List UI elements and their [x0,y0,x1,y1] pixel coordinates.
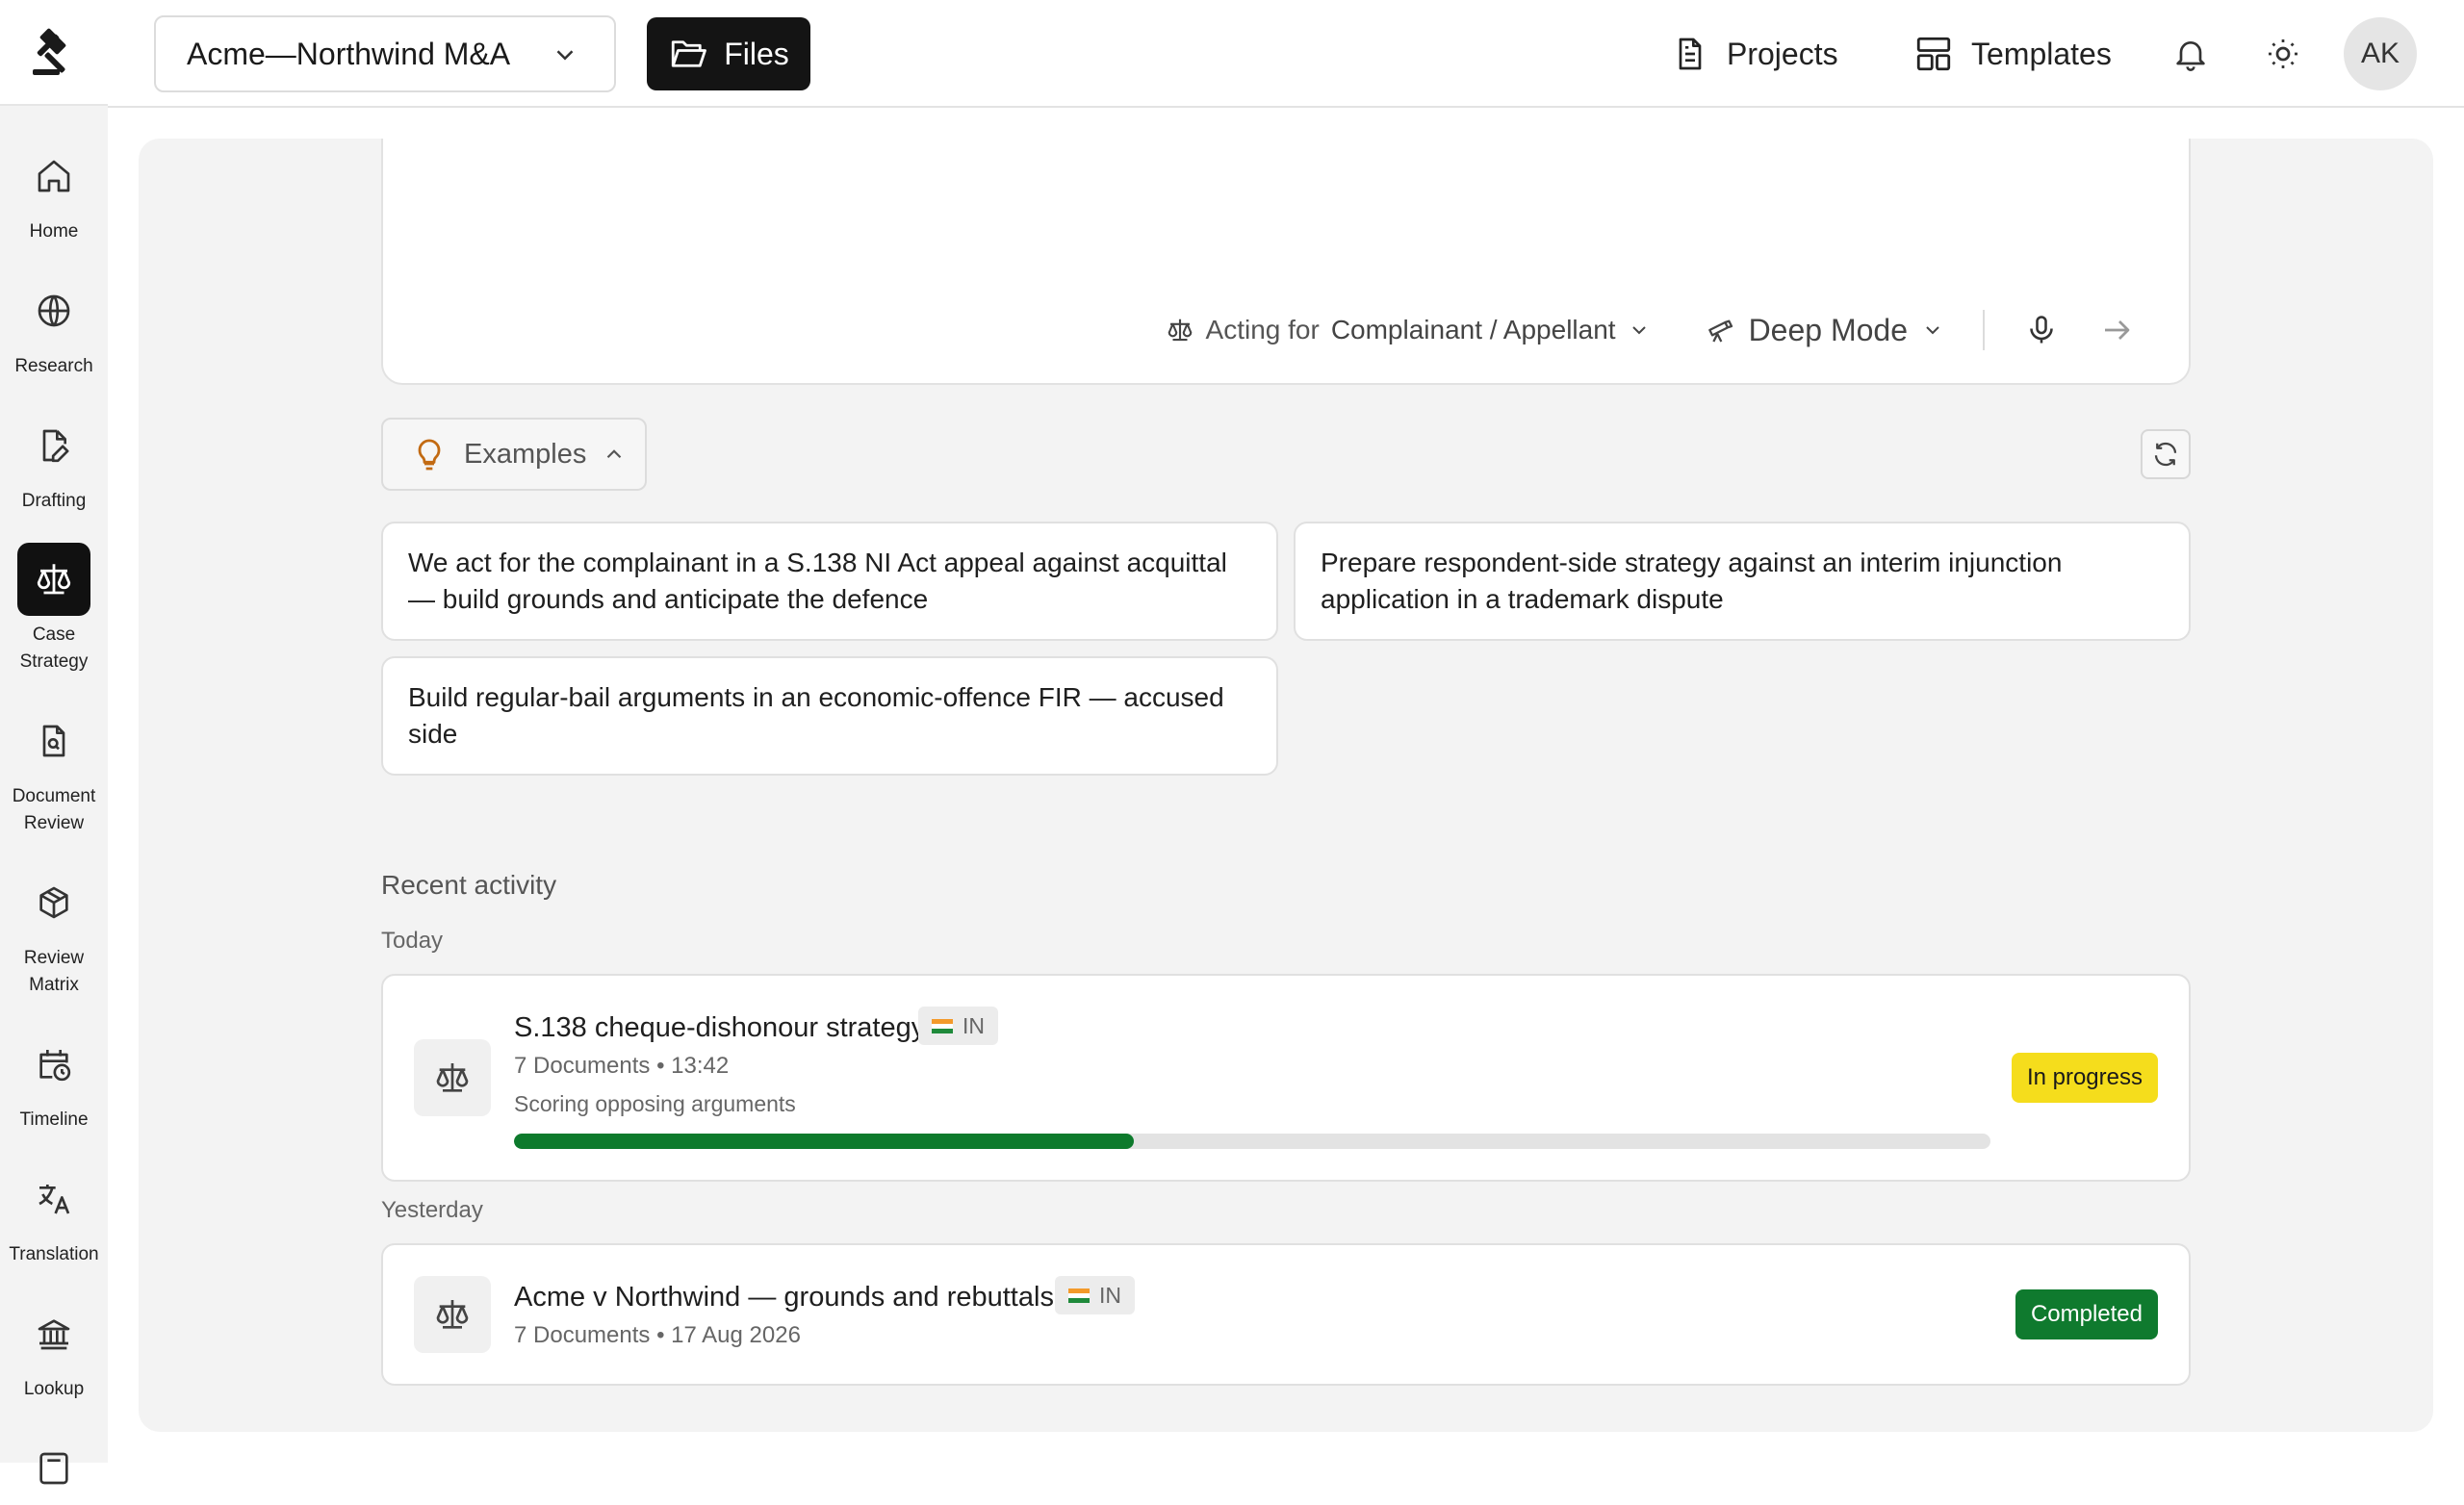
sidebar-item-document-review[interactable]: Document Review [0,704,108,837]
matter-select[interactable]: Acme—Northwind M&A [154,15,616,92]
sidebar-item-case-strategy[interactable]: Case Strategy [0,543,108,676]
acting-for-value: Complainant / Appellant [1330,315,1616,344]
microphone-button[interactable] [2019,308,2064,352]
group-label-yesterday: Yesterday [381,1197,483,1223]
scale-icon [414,1039,491,1116]
example-card[interactable]: We act for the complainant in a S.138 NI… [381,522,1278,641]
projects-link[interactable]: Projects [1671,27,1838,81]
acting-for-label: Acting for [1205,315,1320,344]
india-flag-icon [932,1018,953,1033]
scale-icon [414,1276,491,1353]
file-search-icon [17,704,90,778]
main-panel: Acting for Complainant / Appellant Deep … [139,139,2433,1432]
sidebar-item-translation[interactable]: Translation [0,1162,108,1268]
activity-item[interactable]: Acme v Northwind — grounds and rebuttals… [381,1243,2191,1386]
status-badge: In progress [2011,1053,2158,1103]
mode-select[interactable]: Deep Mode [1705,313,1944,348]
sidebar-item-review-matrix[interactable]: Review Matrix [0,866,108,999]
chevron-down-icon [1631,326,1646,335]
region-badge: IN [918,1007,998,1045]
refresh-examples-button[interactable] [2141,429,2191,479]
sidebar-item-label: Document Review [12,786,96,833]
avatar-initials: AK [2360,38,2400,69]
box-icon [17,866,90,939]
progress-bar [514,1134,1990,1149]
sidebar-item-label: Drafting [21,491,87,511]
chevron-down-icon [556,50,574,61]
example-card[interactable]: Build regular-bail arguments in an econo… [381,656,1278,776]
send-button[interactable] [2094,308,2139,352]
files-button-label: Files [724,36,789,71]
activity-title: S.138 cheque-dishonour strategy [514,1012,926,1043]
status-badge: Completed [2015,1289,2158,1339]
region-code: IN [1099,1282,1121,1308]
sidebar-item-label: Timeline [19,1110,89,1130]
sidebar-item-label: Translation [9,1244,99,1264]
sidebar-item-label: Review Matrix [23,948,85,995]
sidebar-item-timeline[interactable]: Timeline [0,1028,108,1134]
progress-fill [514,1134,1135,1149]
sidebar-item-research[interactable]: Research [0,274,108,380]
sidebar-item-lookup[interactable]: Lookup [0,1297,108,1403]
sidebar-item-label: Lookup [23,1379,85,1399]
home-icon [17,140,90,213]
region-code: IN [962,1012,985,1038]
activity-title: Acme v Northwind — grounds and rebuttals [514,1282,1054,1313]
lightbulb-icon [418,439,441,471]
top-bar: Acme—Northwind M&A Files Projects Templa… [108,0,2464,108]
layout-template-icon [1916,37,1951,71]
scale-icon [1168,319,1192,342]
templates-link[interactable]: Templates [1913,27,2112,81]
mode-select-value: Deep Mode [1748,312,1908,347]
chevron-down-icon [1926,326,1939,335]
folder-open-icon [672,40,707,67]
calendar-clock-icon [17,1028,90,1101]
telescope-icon [1707,319,1732,343]
languages-icon [17,1162,90,1236]
file-text-icon [1679,38,1702,70]
projects-link-label: Projects [1727,36,1838,71]
globe-icon [17,274,90,347]
file-pen-icon [17,409,90,482]
sidebar-item-label: Case Strategy [19,625,89,672]
acting-for-select[interactable]: Acting for Complainant / Appellant [1166,315,1651,345]
refresh-icon [2154,442,2177,467]
theme-toggle-button[interactable] [2258,29,2308,79]
bell-icon [2176,41,2205,71]
files-button[interactable]: Files [647,17,810,90]
recent-activity-heading: Recent activity [381,870,557,900]
app-logo[interactable] [0,0,108,106]
arrow-right-icon [2105,320,2130,340]
composer-toolbar: Acting for Complainant / Appellant Deep … [1166,306,2139,354]
activity-status-text: Scoring opposing arguments [514,1091,796,1116]
templates-link-label: Templates [1971,36,2112,71]
gavel-icon [33,28,66,75]
notifications-button[interactable] [2166,29,2216,79]
sidebar-item-more[interactable] [0,1432,108,1505]
avatar[interactable]: AK [2344,17,2417,90]
calculator-icon [17,1432,90,1505]
group-label-today: Today [381,928,444,954]
example-card[interactable]: Prepare respondent-side strategy against… [1294,522,2191,641]
sidebar-item-label: Research [14,356,93,376]
scale-icon [17,543,90,616]
chevron-up-icon [607,449,622,459]
india-flag-icon [1068,1288,1090,1303]
examples-toggle[interactable]: Examples [381,418,647,491]
sidebar-item-drafting[interactable]: Drafting [0,409,108,515]
landmark-icon [17,1297,90,1370]
microphone-icon [2030,316,2053,344]
prompt-composer[interactable]: Acting for Complainant / Appellant Deep … [381,139,2191,385]
matter-select-value: Acme—Northwind M&A [187,36,511,71]
sidebar: Home Research Drafting Case Strategy Doc… [0,0,108,1485]
activity-item[interactable]: S.138 cheque-dishonour strategy IN 7 Doc… [381,974,2191,1182]
activity-meta: 7 Documents • 13:42 [514,1053,730,1079]
examples-toggle-label: Examples [464,438,587,470]
region-badge: IN [1055,1276,1135,1314]
sun-icon [2269,39,2297,68]
activity-meta: 7 Documents • 17 Aug 2026 [514,1322,801,1348]
sidebar-item-label: Home [29,221,79,242]
sidebar-item-home[interactable]: Home [0,140,108,245]
toolbar-divider [1983,310,1985,350]
